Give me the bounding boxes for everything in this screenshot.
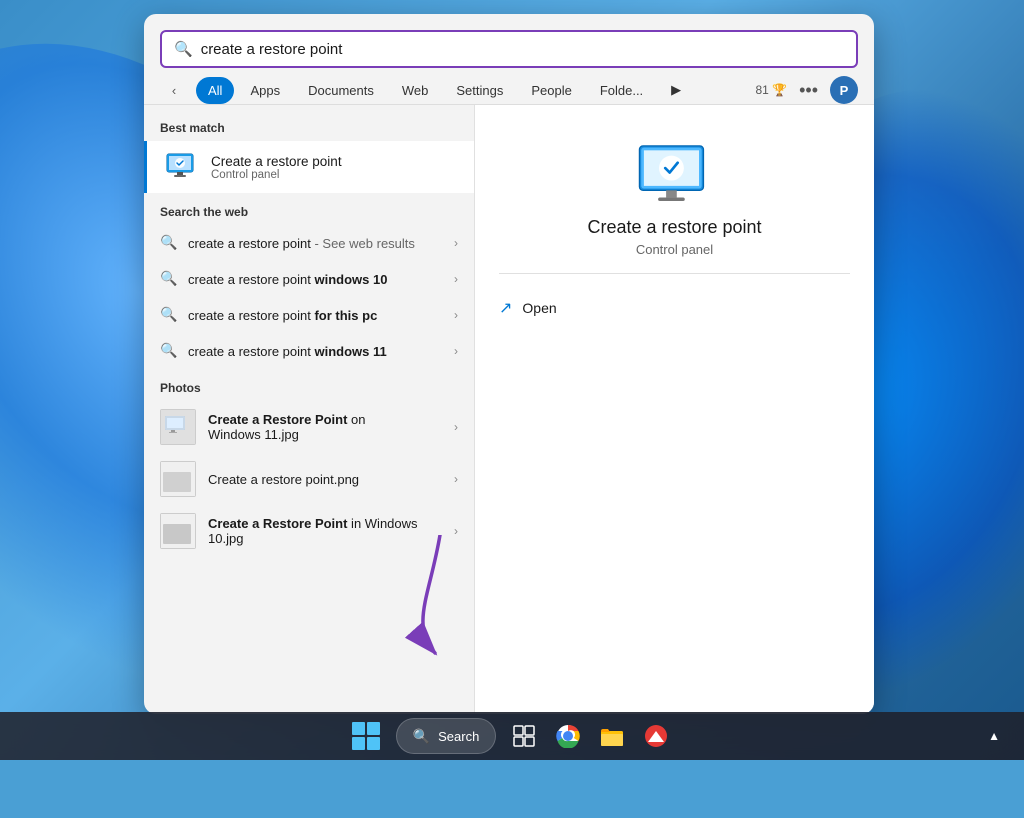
right-app-name: Create a restore point [587,217,761,238]
taskbar: 🔍 Search [0,712,1024,760]
web-result-4[interactable]: 🔍 create a restore point windows 11 › [144,333,474,369]
web-result-text-1: create a restore point - See web results [188,236,454,251]
windows-logo [352,722,380,750]
web-arrow-4: › [454,344,458,358]
best-match-label: Best match [144,117,474,141]
system-clock: ▲ [988,729,1000,743]
web-result-1[interactable]: 🔍 create a restore point - See web resul… [144,225,474,261]
web-result-text-3: create a restore point for this pc [188,308,454,323]
left-panel: Best match Create [144,105,474,714]
web-search-icon-4: 🔍 [160,342,178,360]
tab-settings[interactable]: Settings [444,77,515,104]
right-actions: ↗ Open [499,290,850,326]
chrome-icon-button[interactable] [548,716,588,756]
photo-thumb-1 [160,409,196,445]
task-view-button[interactable] [504,716,544,756]
tab-play[interactable]: ▶ [659,76,693,104]
open-label: Open [522,300,556,316]
photo-thumb-3 [160,513,196,549]
photo-result-3[interactable]: Create a Restore Point in Windows 10.jpg… [144,505,474,557]
web-arrow-3: › [454,308,458,322]
web-search-icon-1: 🔍 [160,234,178,252]
photo-arrow-2: › [454,472,458,486]
web-arrow-2: › [454,272,458,286]
control-panel-icon [163,149,199,185]
search-taskbar-icon: 🔍 [413,728,430,745]
search-icon: 🔍 [174,40,193,58]
photo-text-2: Create a restore point.png [208,472,454,487]
file-explorer-button[interactable] [592,716,632,756]
tab-web[interactable]: Web [390,77,441,104]
web-section-label: Search the web [144,201,474,225]
web-arrow-1: › [454,236,458,250]
search-taskbar-button[interactable]: 🔍 Search [396,718,497,754]
result-count: 81 🏆 [755,83,787,97]
right-divider [499,273,850,274]
photo-text-1: Create a Restore Point onWindows 11.jpg [208,412,454,442]
filter-tabs: ‹ All Apps Documents Web Settings People… [144,68,874,105]
back-button[interactable]: ‹ [160,76,188,104]
tab-people[interactable]: People [519,77,583,104]
search-bar[interactable]: 🔍 create a restore point [160,30,858,68]
more-button[interactable]: ••• [799,80,818,101]
web-search-icon-3: 🔍 [160,306,178,324]
web-result-2[interactable]: 🔍 create a restore point windows 10 › [144,261,474,297]
search-popup: 🔍 create a restore point ‹ All Apps Docu… [144,14,874,714]
tab-folders[interactable]: Folde... [588,77,655,104]
photo-thumb-2 [160,461,196,497]
photo-result-1[interactable]: Create a Restore Point onWindows 11.jpg … [144,401,474,453]
photo-text-3: Create a Restore Point in Windows 10.jpg [208,516,454,546]
start-button[interactable] [348,716,388,756]
web-result-3[interactable]: 🔍 create a restore point for this pc › [144,297,474,333]
search-taskbar-label: Search [438,729,479,744]
photo-arrow-1: › [454,420,458,434]
open-action[interactable]: ↗ Open [499,290,850,326]
web-result-text-2: create a restore point windows 10 [188,272,454,287]
best-match-item[interactable]: Create a restore point Control panel [144,141,474,193]
best-match-text: Create a restore point Control panel [211,154,458,181]
app-icon-large [635,137,715,217]
tab-documents[interactable]: Documents [296,77,386,104]
see-web-label: - See web results [314,236,414,251]
web-result-text-4: create a restore point windows 11 [188,344,454,359]
best-match-title: Create a restore point [211,154,458,169]
right-panel: Create a restore point Control panel ↗ O… [474,105,874,714]
taskbar-center: 🔍 Search [348,716,677,756]
web-search-icon-2: 🔍 [160,270,178,288]
photos-section-label: Photos [144,377,474,401]
best-match-subtitle: Control panel [211,169,458,181]
system-tray: ▲ [988,729,1012,743]
search-query: create a restore point [201,41,844,58]
tab-all[interactable]: All [196,77,234,104]
mail-button[interactable] [636,716,676,756]
open-icon: ↗ [499,298,512,318]
photo-arrow-3: › [454,524,458,538]
right-app-subtitle: Control panel [636,242,713,257]
tab-apps[interactable]: Apps [238,77,292,104]
search-content: Best match Create [144,105,874,714]
photo-result-2[interactable]: Create a restore point.png › [144,453,474,505]
user-avatar[interactable]: P [830,76,858,104]
